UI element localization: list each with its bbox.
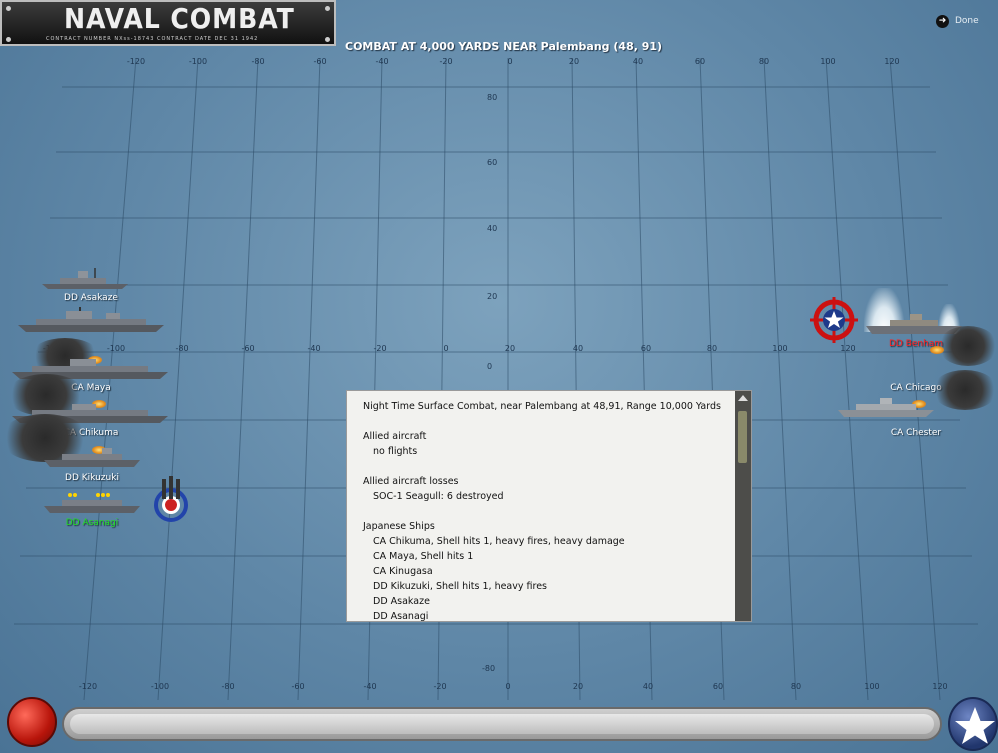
target-reticle-icon[interactable] [810, 297, 860, 343]
report-line: Night Time Surface Combat, near Palemban… [363, 401, 721, 412]
done-label: Done [955, 16, 979, 26]
x-tick-bottom--80: -80 [221, 682, 235, 691]
rivet-icon [325, 37, 330, 42]
report-line: Allied aircraft losses [363, 476, 459, 487]
red-circle-button[interactable] [7, 697, 57, 747]
combat-report-panel[interactable]: Night Time Surface Combat, near Palemban… [346, 390, 752, 622]
x-tick-mid--40: -40 [307, 344, 321, 353]
report-line: no flights [373, 446, 418, 457]
x-tick-top--60: -60 [313, 57, 327, 66]
x-tick-top-20: 20 [568, 57, 580, 66]
y-tick-20: 20 [487, 292, 498, 301]
screen-title: NAVAL COMBAT [64, 2, 295, 35]
white-star-roundel-button[interactable] [948, 697, 998, 751]
ship-dd-asanagi-icon[interactable] [42, 490, 142, 514]
report-line: SOC-1 Seagull: 6 destroyed [373, 491, 504, 502]
x-tick-mid-0: 0 [443, 344, 449, 353]
x-tick-bottom-60: 60 [712, 682, 724, 691]
ship-label-dd-kikuzuki: DD Kikuzuki [65, 473, 119, 483]
y-tick-80: 80 [487, 93, 498, 102]
x-tick-bottom--20: -20 [433, 682, 447, 691]
combat-header: COMBAT AT 4,000 YARDS NEAR Palembang (48… [345, 40, 663, 53]
x-tick-bottom--120: -120 [78, 682, 98, 691]
x-tick-mid-20: 20 [504, 344, 516, 353]
scroll-up-arrow-icon[interactable] [738, 395, 748, 401]
x-tick-top-100: 100 [820, 57, 836, 66]
x-tick-top--120: -120 [126, 57, 146, 66]
arrow-right-circle-icon: ➜ [936, 14, 949, 28]
combat-report-text: Night Time Surface Combat, near Palemban… [363, 399, 721, 622]
fire-burst [930, 346, 944, 354]
x-tick-mid-120: 120 [840, 344, 856, 353]
y-tick--80: -80 [482, 664, 496, 673]
report-scrollbar[interactable] [735, 391, 751, 621]
ship-label-ca-chester: CA Chester [890, 428, 942, 438]
report-line [363, 459, 721, 474]
report-line: CA Maya, Shell hits 1 [373, 551, 474, 562]
x-tick-top--20: -20 [439, 57, 453, 66]
x-tick-top-60: 60 [694, 57, 706, 66]
contract-line: CONTRACT NUMBER NXss-18743 CONTRACT DATE… [46, 36, 259, 42]
turret-crosshair-icon[interactable] [148, 476, 194, 522]
x-tick-top--40: -40 [375, 57, 389, 66]
x-tick-bottom-40: 40 [642, 682, 654, 691]
x-tick-mid--20: -20 [373, 344, 387, 353]
done-button[interactable]: ➜ Done [936, 12, 979, 30]
ship-ca-chester-icon[interactable] [836, 398, 936, 418]
x-tick-top--100: -100 [188, 57, 208, 66]
report-line: Allied aircraft [363, 431, 427, 442]
x-tick-top--80: -80 [251, 57, 265, 66]
x-tick-mid--100: -100 [106, 344, 126, 353]
y-tick-60: 60 [487, 158, 498, 167]
rivet-icon [6, 37, 11, 42]
report-line: CA Kinugasa [373, 566, 433, 577]
x-tick-mid-100: 100 [772, 344, 788, 353]
report-line [363, 504, 721, 519]
report-line [363, 414, 721, 429]
x-tick-bottom--40: -40 [363, 682, 377, 691]
rivet-icon [6, 6, 11, 11]
message-bar [62, 707, 942, 741]
report-line: DD Asanagi [373, 611, 429, 622]
x-tick-mid--60: -60 [241, 344, 255, 353]
x-tick-bottom--60: -60 [291, 682, 305, 691]
report-line: DD Asakaze [373, 596, 430, 607]
rivet-icon [325, 6, 330, 11]
x-tick-bottom-20: 20 [572, 682, 584, 691]
y-tick-40: 40 [487, 224, 498, 233]
x-tick-top-40: 40 [632, 57, 644, 66]
ship-dd-asakaze-icon[interactable] [40, 268, 130, 290]
smoke-cloud [938, 326, 998, 366]
x-tick-top-0: 0 [507, 57, 513, 66]
ship-label-dd-asakaze: DD Asakaze [64, 293, 118, 303]
smoke-cloud [932, 370, 998, 410]
report-line: DD Kikuzuki, Shell hits 1, heavy fires [373, 581, 547, 592]
scroll-thumb[interactable] [738, 411, 747, 463]
ship-ca-unlabeled-icon[interactable] [16, 307, 166, 333]
x-tick-bottom-120: 120 [932, 682, 948, 691]
x-tick-mid-80: 80 [706, 344, 718, 353]
report-line: Japanese Ships [363, 521, 435, 532]
x-tick-mid--80: -80 [175, 344, 189, 353]
y-tick-0: 0 [487, 362, 493, 371]
naval-combat-title-plate: NAVAL COMBAT CONTRACT NUMBER NXss-18743 … [0, 0, 336, 46]
x-tick-top-80: 80 [758, 57, 770, 66]
x-tick-bottom-0: 0 [505, 682, 511, 691]
report-line: CA Chikuma, Shell hits 1, heavy fires, h… [373, 536, 625, 547]
x-tick-mid-40: 40 [572, 344, 584, 353]
x-tick-bottom-100: 100 [864, 682, 880, 691]
x-tick-bottom--100: -100 [150, 682, 170, 691]
ship-label-dd-asanagi: DD Asanagi [65, 518, 119, 528]
x-tick-top-120: 120 [884, 57, 900, 66]
ship-dd-kikuzuki-icon[interactable] [42, 448, 142, 468]
x-tick-mid-60: 60 [640, 344, 652, 353]
x-tick-bottom-80: 80 [790, 682, 802, 691]
